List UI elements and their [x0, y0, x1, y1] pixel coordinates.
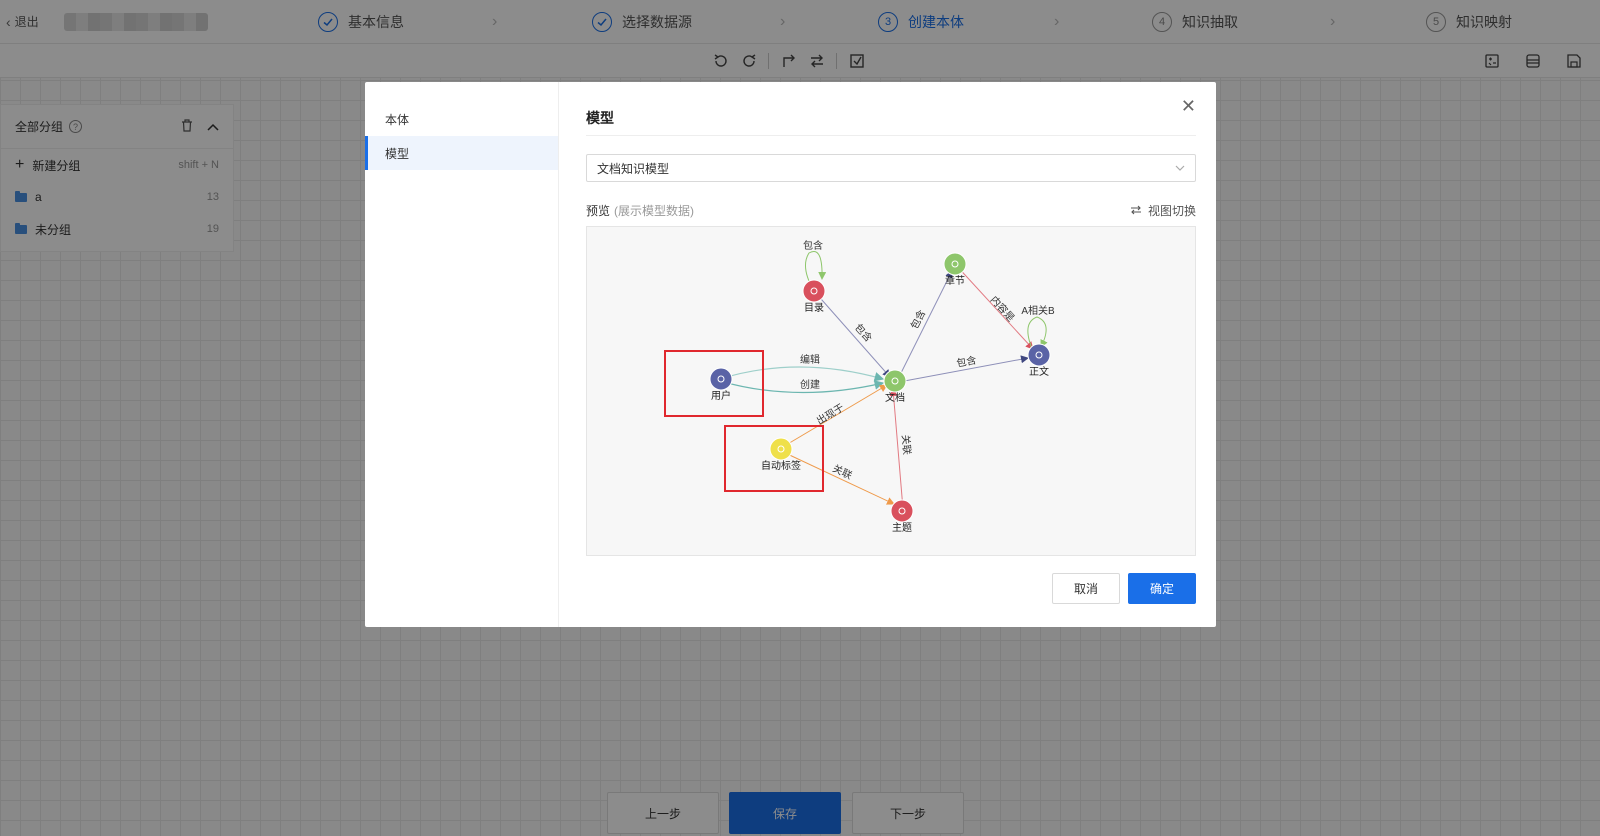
- graph-edge: [719, 366, 885, 382]
- dialog-actions: 取消 确定: [1052, 573, 1196, 604]
- graph-edge-label: 包含: [955, 353, 977, 369]
- graph-edge-label: 关联: [831, 462, 855, 482]
- dialog-nav-model[interactable]: 模型: [365, 136, 558, 170]
- dialog-content: 模型 ✕ 文档知识模型 预览 (展示模型数据) 视图切换 包含 包含 包含 内容…: [559, 82, 1216, 627]
- graph-node-user[interactable]: [709, 367, 733, 391]
- model-select[interactable]: 文档知识模型: [586, 154, 1196, 182]
- graph-node-chapter[interactable]: [943, 252, 967, 276]
- graph-node-label: 主题: [892, 522, 912, 534]
- dialog-nav: 本体 模型: [365, 82, 559, 627]
- dialog-title: 模型: [586, 106, 1196, 136]
- highlight-box-auto-tag: [724, 425, 824, 492]
- model-dialog: 本体 模型 模型 ✕ 文档知识模型 预览 (展示模型数据) 视图切换 包含 包含…: [365, 82, 1216, 627]
- graph-edge: [780, 450, 895, 505]
- graph-node-document[interactable]: [883, 369, 907, 393]
- graph-node-label: 正文: [1029, 365, 1049, 378]
- graph-node-catalog[interactable]: [802, 279, 826, 303]
- graph-node-auto-tag[interactable]: [769, 437, 793, 461]
- graph-node-label: 目录: [804, 302, 824, 314]
- view-switch-label: 视图切换: [1147, 203, 1196, 218]
- model-select-value: 文档知识模型: [597, 161, 670, 176]
- model-preview-graph[interactable]: 包含 包含 包含 内容是 A相关B 包含 编辑 创建 出现于 关联 关联 目录 …: [586, 226, 1196, 556]
- chevron-down-icon: [1175, 163, 1185, 174]
- graph-edge-label: 关联: [899, 434, 914, 455]
- graph-edge-label: 包含: [803, 239, 823, 252]
- swap-icon: [1130, 205, 1141, 215]
- preview-label: 预览: [586, 203, 611, 218]
- preview-hint: (展示模型数据): [614, 203, 695, 218]
- graph-node-label: 章节: [945, 274, 965, 287]
- dialog-nav-ontology[interactable]: 本体: [365, 102, 558, 136]
- preview-header: 预览 (展示模型数据) 视图切换: [586, 200, 1196, 220]
- graph-edge-label: 包含: [908, 308, 929, 332]
- graph-node-label: 用户: [711, 389, 731, 402]
- close-icon[interactable]: ✕: [1181, 96, 1196, 117]
- graph-edge-label: 编辑: [800, 353, 820, 366]
- graph-node-label: 自动标签: [761, 459, 801, 472]
- graph-edge-label: A相关B: [1021, 304, 1055, 317]
- graph-node-body[interactable]: [1027, 343, 1051, 367]
- cancel-button[interactable]: 取消: [1052, 573, 1120, 604]
- graph-node-topic[interactable]: [890, 499, 914, 523]
- graph-edge: [813, 290, 891, 378]
- graph-edge-label: 创建: [800, 378, 820, 391]
- graph-canvas: 包含 包含 包含 内容是 A相关B 包含 编辑 创建 出现于 关联 关联 目录 …: [664, 239, 1055, 534]
- view-switch-button[interactable]: 视图切换: [1130, 202, 1196, 219]
- graph-edge-label: 内容是: [988, 293, 1018, 324]
- graph-edge-label: 出现于: [814, 401, 846, 428]
- graph-node-label: 文档: [885, 391, 905, 404]
- confirm-button[interactable]: 确定: [1128, 573, 1196, 604]
- graph-edge-label: 包含: [852, 321, 875, 345]
